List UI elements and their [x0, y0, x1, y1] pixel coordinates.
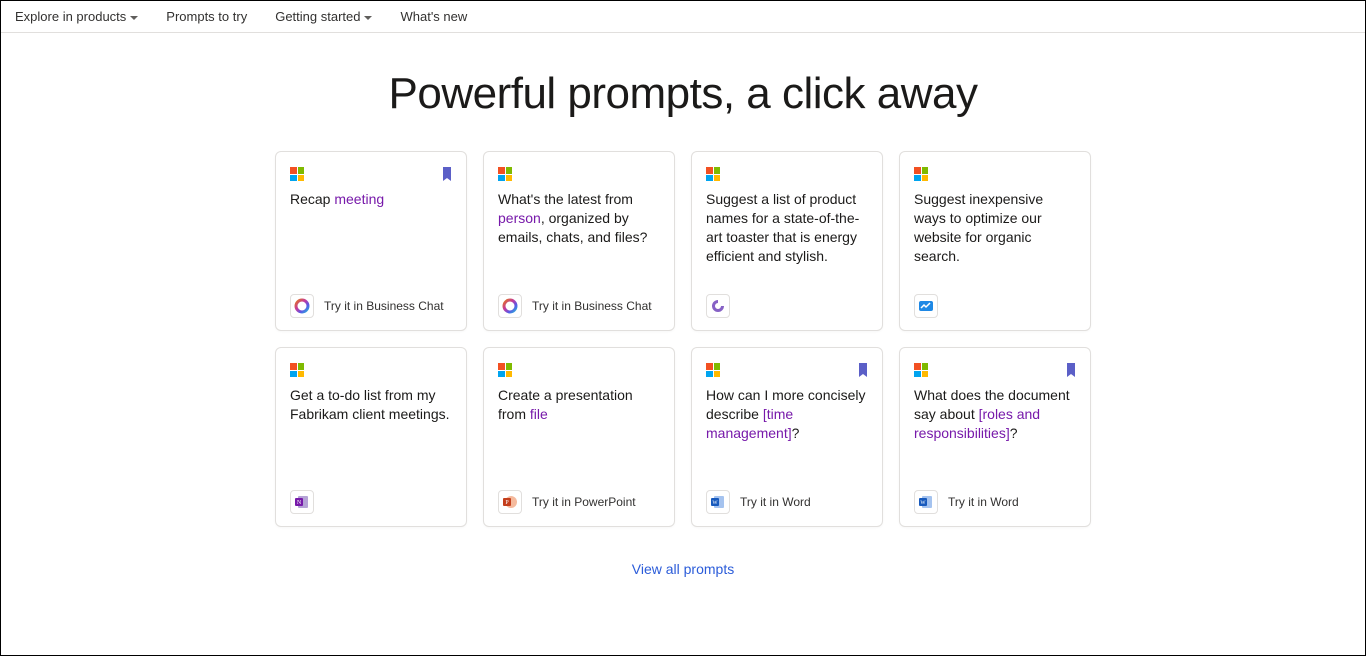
card-header [290, 362, 452, 378]
prompt-text: Get a to-do list from my Fabrikam client… [290, 386, 452, 424]
loop-icon[interactable] [706, 294, 730, 318]
prompt-text: What does the document say about [roles … [914, 386, 1076, 443]
microsoft-logo-icon [498, 167, 512, 181]
microsoft-logo-icon [706, 363, 720, 377]
card-header [706, 362, 868, 378]
nav-label: Explore in products [15, 9, 126, 24]
card-header [914, 362, 1076, 378]
prompt-card[interactable]: Get a to-do list from my Fabrikam client… [275, 347, 467, 527]
businesschat-icon[interactable] [498, 294, 522, 318]
card-footer: Try it in Business Chat [290, 294, 452, 318]
try-it-label: Try it in Business Chat [324, 299, 444, 313]
try-it-label: Try it in PowerPoint [532, 495, 636, 509]
nav-explore-in-products[interactable]: Explore in products [15, 9, 138, 24]
microsoft-logo-icon [290, 167, 304, 181]
card-header [914, 166, 1076, 182]
view-all-prompts-link[interactable]: View all prompts [1, 561, 1365, 577]
microsoft-logo-icon [290, 363, 304, 377]
card-footer: N [290, 490, 452, 514]
card-header [498, 166, 660, 182]
prompt-text: Suggest a list of product names for a st… [706, 190, 868, 266]
card-footer: P Try it in PowerPoint [498, 490, 660, 514]
businesschat-icon[interactable] [290, 294, 314, 318]
nav-whats-new[interactable]: What's new [400, 9, 467, 24]
card-footer: W Try it in Word [706, 490, 868, 514]
prompt-card[interactable]: How can I more concisely describe [time … [691, 347, 883, 527]
card-header [498, 362, 660, 378]
prompt-card[interactable]: What does the document say about [roles … [899, 347, 1091, 527]
svg-text:W: W [920, 500, 926, 506]
word-icon[interactable]: W [706, 490, 730, 514]
svg-text:W: W [712, 500, 718, 506]
nav-label: Getting started [275, 9, 360, 24]
bookmark-icon[interactable] [1066, 363, 1076, 377]
microsoft-logo-icon [914, 363, 928, 377]
prompt-grid: Recap meeting Try it in Business Chat What… [1, 151, 1365, 527]
try-it-label: Try it in Word [740, 495, 811, 509]
prompt-card[interactable]: Suggest inexpensive ways to optimize our… [899, 151, 1091, 331]
page-title: Powerful prompts, a click away [1, 69, 1365, 119]
prompt-text: Create a presentation from file [498, 386, 660, 424]
nav-prompts-to-try[interactable]: Prompts to try [166, 9, 247, 24]
chevron-down-icon [130, 16, 138, 20]
card-header [706, 166, 868, 182]
nav-getting-started[interactable]: Getting started [275, 9, 372, 24]
card-header [290, 166, 452, 182]
microsoft-logo-icon [706, 167, 720, 181]
word-icon[interactable]: W [914, 490, 938, 514]
bookmark-icon[interactable] [442, 167, 452, 181]
powerpoint-icon[interactable]: P [498, 490, 522, 514]
nav-label: Prompts to try [166, 9, 247, 24]
prompt-text: Suggest inexpensive ways to optimize our… [914, 190, 1076, 266]
svg-text:N: N [297, 500, 302, 506]
prompt-card[interactable]: Recap meeting Try it in Business Chat [275, 151, 467, 331]
prompt-text: How can I more concisely describe [time … [706, 386, 868, 443]
try-it-label: Try it in Word [948, 495, 1019, 509]
card-footer: Try it in Business Chat [498, 294, 660, 318]
prompt-card[interactable]: Suggest a list of product names for a st… [691, 151, 883, 331]
card-footer [914, 294, 1076, 318]
top-nav: Explore in products Prompts to try Getti… [1, 1, 1365, 33]
prompt-text: Recap meeting [290, 190, 452, 209]
prompt-card[interactable]: Create a presentation from file P Try it i… [483, 347, 675, 527]
whiteboard-icon[interactable] [914, 294, 938, 318]
try-it-label: Try it in Business Chat [532, 299, 652, 313]
prompt-text: What's the latest from person, organized… [498, 190, 660, 247]
microsoft-logo-icon [914, 167, 928, 181]
onenote-icon[interactable]: N [290, 490, 314, 514]
microsoft-logo-icon [498, 363, 512, 377]
chevron-down-icon [364, 16, 372, 20]
card-footer: W Try it in Word [914, 490, 1076, 514]
card-footer [706, 294, 868, 318]
nav-label: What's new [400, 9, 467, 24]
bookmark-icon[interactable] [858, 363, 868, 377]
prompt-card[interactable]: What's the latest from person, organized… [483, 151, 675, 331]
